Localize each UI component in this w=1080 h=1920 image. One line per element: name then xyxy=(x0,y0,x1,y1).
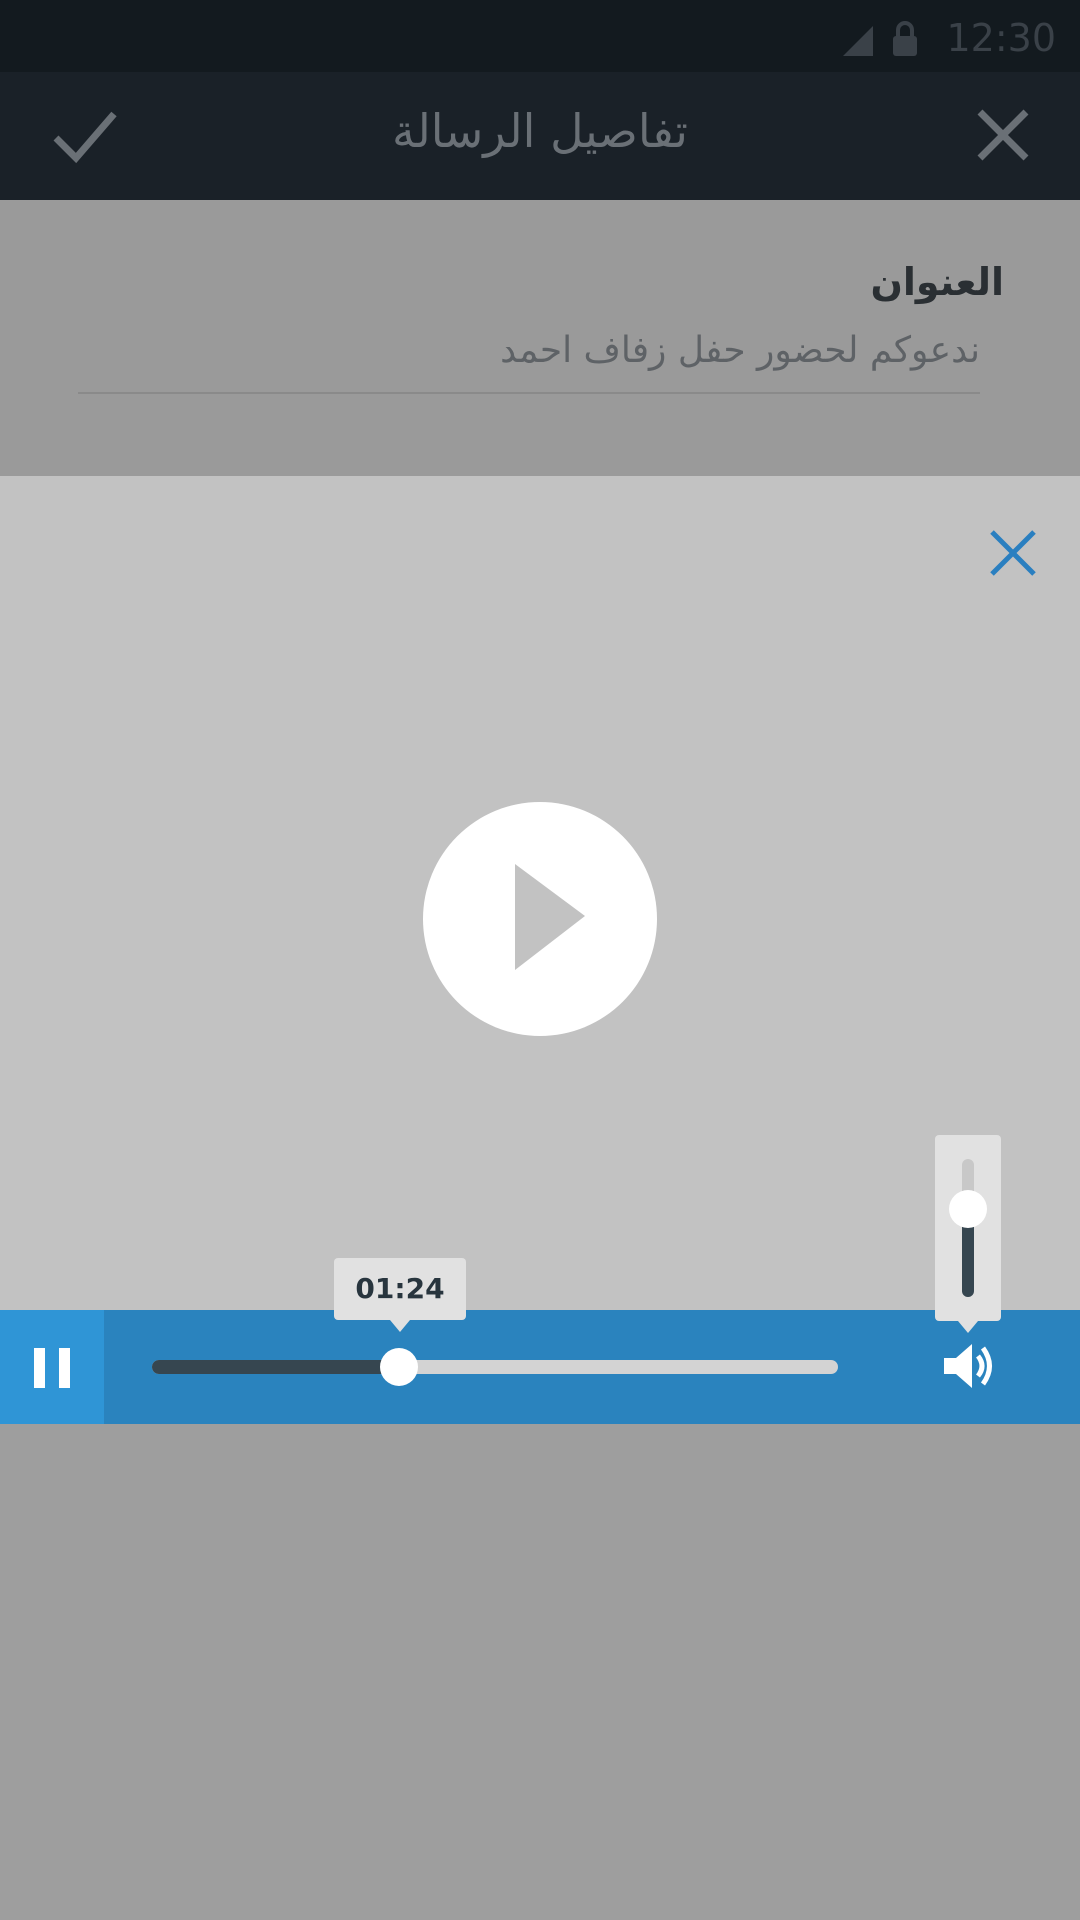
dim-overlay xyxy=(0,1424,1080,1920)
field-underline xyxy=(78,392,980,394)
signal-icon xyxy=(843,26,873,56)
volume-icon[interactable] xyxy=(940,1338,996,1394)
seek-thumb[interactable] xyxy=(379,1348,418,1386)
title-label: العنوان xyxy=(870,260,1004,304)
player-close-icon[interactable] xyxy=(988,528,1038,578)
seek-progress xyxy=(152,1360,399,1374)
volume-popup xyxy=(935,1135,1001,1333)
play-icon xyxy=(515,864,585,970)
current-time: 01:24 xyxy=(355,1272,445,1305)
status-time: 12:30 xyxy=(946,16,1056,60)
page-title: تفاصيل الرسالة xyxy=(392,104,688,158)
player-controls xyxy=(0,1310,1080,1424)
volume-thumb[interactable] xyxy=(949,1189,987,1228)
lock-icon xyxy=(893,21,917,56)
close-icon[interactable] xyxy=(976,108,1030,162)
time-tooltip: 01:24 xyxy=(334,1258,466,1332)
title-field[interactable]: ندعوكم لحضور حفل زفاف احمد xyxy=(500,330,980,371)
play-button[interactable] xyxy=(423,802,657,1036)
pause-icon xyxy=(34,1348,45,1388)
pause-button[interactable] xyxy=(0,1310,104,1424)
volume-slider[interactable] xyxy=(949,1159,987,1297)
app-bar: تفاصيل الرسالة xyxy=(0,72,1080,200)
message-form: العنوان ندعوكم لحضور حفل زفاف احمد xyxy=(0,200,1080,476)
seek-bar[interactable] xyxy=(152,1348,838,1386)
status-bar: 12:30 xyxy=(0,0,1080,72)
